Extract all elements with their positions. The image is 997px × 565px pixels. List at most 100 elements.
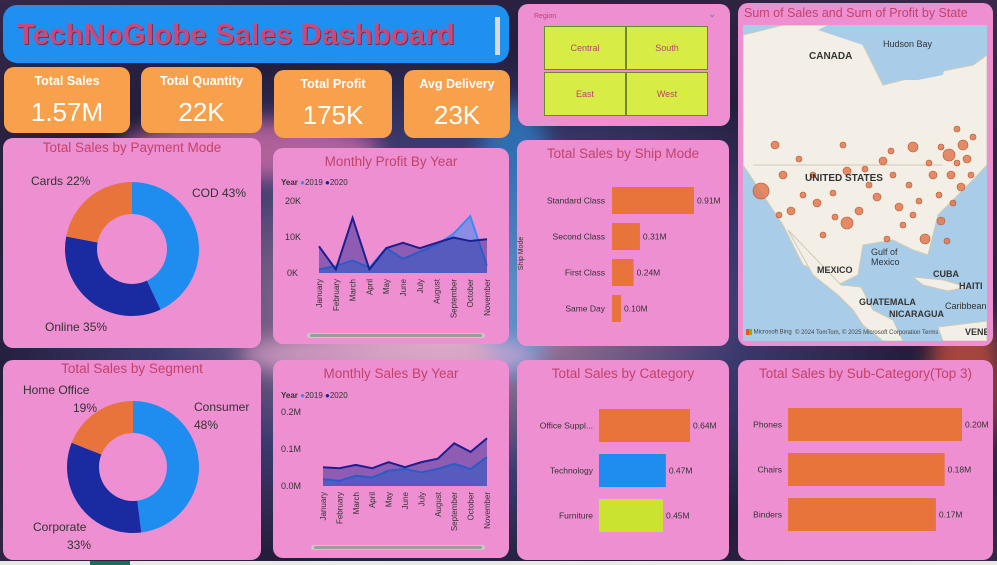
map-bubble <box>936 216 946 226</box>
bar-category-label: Office Suppl... <box>540 421 593 431</box>
map-bubble <box>957 139 969 151</box>
map-bubble <box>942 148 956 162</box>
taskbar-app-button[interactable] <box>90 561 130 565</box>
monthly-profit-area: January February March April May June July Augu… <box>315 214 492 318</box>
kpi-total-sales: Total Sales 1.57M <box>4 67 130 133</box>
x-tick-label: June <box>399 278 408 296</box>
x-tick-label: March <box>352 492 361 514</box>
map-view[interactable]: Hudson Bay CANADA UNITED STATES Gulf of … <box>743 25 987 341</box>
legend-pct-home-office: 19% <box>73 401 98 415</box>
slicer-label: Region <box>534 13 557 20</box>
bing-logo: Microsoft Bing <box>746 329 792 336</box>
map-label-mexico: MEXICO <box>817 265 853 275</box>
map-bubble <box>937 143 945 151</box>
map-bubble <box>907 141 919 153</box>
kpi-label: Total Profit <box>300 77 366 91</box>
legend-pct-corporate: 33% <box>67 538 92 552</box>
donut-slice-cards <box>66 182 132 243</box>
map-bubble <box>889 171 897 179</box>
map-label-caribbean: Caribbean <box>945 301 987 311</box>
subcategory-bars: Phones 0.20M Chairs 0.18M Binders 0.17M <box>753 408 989 531</box>
windows-logo-icon <box>746 329 752 335</box>
map-label-cuba: CUBA <box>933 269 959 279</box>
map-bubble <box>887 147 895 155</box>
map-label-gulf: Gulf of Mexico <box>871 247 900 267</box>
taskbar-strip <box>0 561 997 565</box>
x-tick-label: May <box>385 492 394 507</box>
horizontal-scrollbar[interactable] <box>307 333 485 338</box>
x-tick-label: September <box>449 279 458 318</box>
map-bubble <box>946 170 956 180</box>
map-label-us: UNITED STATES <box>805 173 883 184</box>
monthly-sales-area: January February March April May June July Augu… <box>319 437 492 531</box>
bar <box>612 223 640 250</box>
bar-value-label: 0.45M <box>666 511 690 521</box>
kpi-label: Avg Delivery <box>419 77 495 91</box>
x-tick-label: February <box>332 279 341 311</box>
bar <box>599 454 666 487</box>
map-bubble <box>935 191 943 199</box>
legend-label-online: Online 35% <box>45 320 108 334</box>
kpi-value: 23K <box>433 100 481 130</box>
map-label-canada: CANADA <box>809 51 853 62</box>
payment-mode-card: Total Sales by Payment Mode Cards 22% CO… <box>3 138 261 348</box>
x-tick-label: November <box>483 492 492 529</box>
map-label-venezuela: VENEZ <box>965 327 987 337</box>
bar-value-label: 0.24M <box>637 268 661 278</box>
x-tick-label: July <box>417 492 426 506</box>
map-bubble <box>812 198 822 208</box>
bar-category-label: Chairs <box>757 465 782 475</box>
kpi-value: 22K <box>178 97 225 127</box>
bar-category-label: Same Day <box>565 304 605 314</box>
bar <box>599 409 690 442</box>
category-bars: Office Suppl... 0.64M Technology 0.47M Furni… <box>540 409 717 532</box>
subcategory-card: Total Sales by Sub-Category(Top 3) Phone… <box>738 360 993 560</box>
map-bubble <box>905 181 913 189</box>
region-option-east[interactable]: East <box>544 72 626 116</box>
legend-label-cards: Cards 22% <box>31 174 91 188</box>
legend-label-cod: COD 43% <box>192 186 247 200</box>
map-bubble <box>770 140 780 150</box>
region-option-west[interactable]: West <box>626 72 708 116</box>
x-tick-label: October <box>466 279 475 308</box>
monthly-profit-card: Monthly Profit By Year Year ●2019 ●2020 … <box>273 148 509 344</box>
bar-value-label: 0.47M <box>669 466 693 476</box>
map-bubble <box>953 125 961 133</box>
chevron-down-icon[interactable]: ⌄ <box>708 9 716 20</box>
map-bubble <box>831 213 839 221</box>
map-bubble <box>943 237 951 245</box>
chart-title: Sum of Sales and Sum of Profit by State <box>744 6 968 20</box>
map-bubble <box>883 235 891 243</box>
region-option-central[interactable]: Central <box>544 26 626 70</box>
bar-value-label: 0.10M <box>624 304 648 314</box>
map-bubble <box>928 170 938 180</box>
horizontal-scrollbar[interactable] <box>311 545 485 550</box>
bar-category-label: Binders <box>753 510 782 520</box>
bar-value-label: 0.64M <box>693 421 717 431</box>
kpi-total-profit: Total Profit 175K <box>274 70 392 138</box>
x-tick-label: February <box>335 492 344 524</box>
map-bubble <box>909 211 917 219</box>
map-bubble <box>872 192 882 202</box>
map-bubble <box>786 206 796 216</box>
x-tick-label: January <box>315 279 324 307</box>
bar <box>599 499 663 532</box>
map-label-guatemala: GUATEMALA <box>859 297 916 307</box>
map-bubble <box>919 233 931 245</box>
map-bubble <box>861 165 869 173</box>
x-tick-label: August <box>434 491 443 517</box>
bar-category-label: First Class <box>565 268 605 278</box>
region-option-south[interactable]: South <box>626 26 708 70</box>
map-bubble <box>854 206 864 216</box>
x-tick-label: January <box>319 492 328 520</box>
kpi-total-quantity: Total Quantity 22K <box>141 67 262 133</box>
map-bubble <box>799 191 807 199</box>
bar-category-label: Furniture <box>559 511 593 521</box>
x-tick-label: March <box>349 279 358 301</box>
bar <box>788 453 945 486</box>
bar-category-label: Standard Class <box>547 196 605 206</box>
segment-card: Total Sales by Segment Home Office 19% C… <box>3 360 261 560</box>
map-bubble <box>915 197 923 205</box>
bar-value-label: 0.91M <box>697 196 721 206</box>
kpi-avg-delivery: Avg Delivery 23K <box>404 70 510 138</box>
